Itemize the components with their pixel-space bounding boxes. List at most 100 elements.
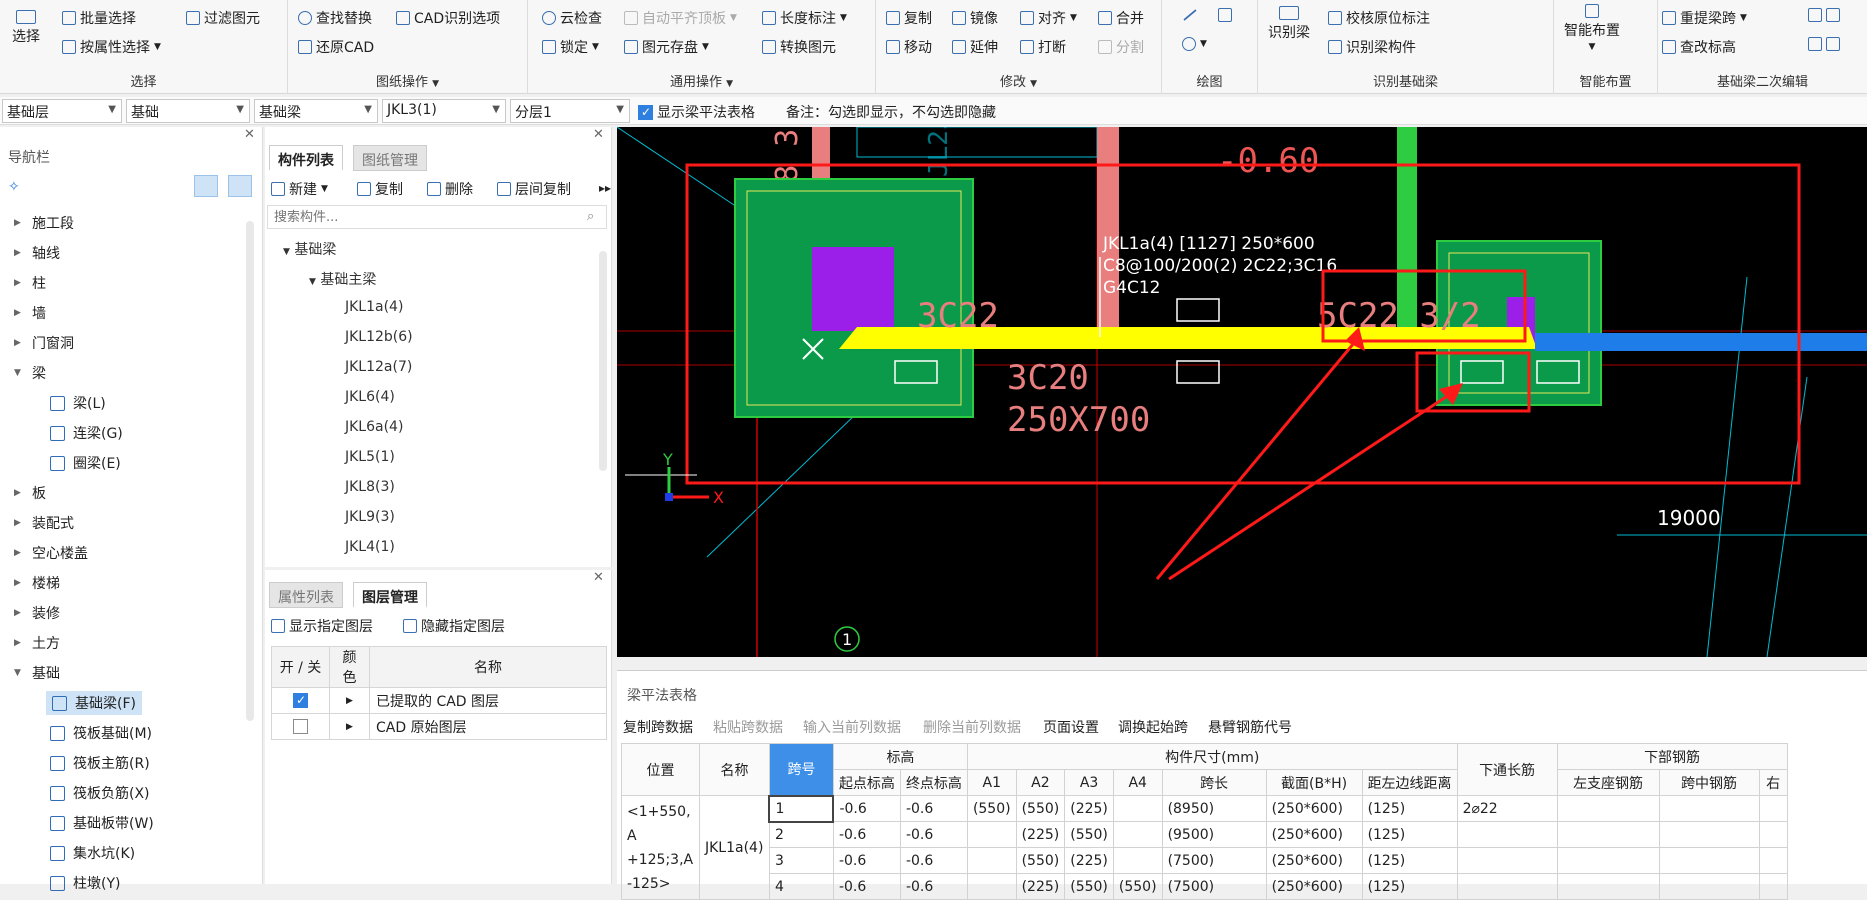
- tab-component-list[interactable]: 构件列表: [269, 145, 343, 171]
- nav-sub-link-beam[interactable]: 连梁(G): [50, 423, 123, 443]
- span-cell[interactable]: 2: [768, 821, 834, 848]
- delete-button[interactable]: 删除: [427, 179, 473, 199]
- extra-tool-1[interactable]: [1808, 8, 1840, 22]
- a2-cell[interactable]: (225): [1015, 873, 1066, 900]
- nav-sub-foundation-beam[interactable]: 基础梁(F): [46, 691, 142, 715]
- cantilever-code-button[interactable]: 悬臂钢筋代号: [1208, 717, 1292, 737]
- nav-scrollbar[interactable]: [246, 221, 254, 721]
- group-title-drawing[interactable]: 图纸操作 ▼: [288, 71, 527, 90]
- tab-drawing-manage[interactable]: 图纸管理: [353, 145, 427, 171]
- section-cell[interactable]: (250*600): [1265, 847, 1363, 874]
- pin-icon[interactable]: ✧: [8, 179, 20, 195]
- start-elev-cell[interactable]: -0.6: [832, 795, 901, 822]
- tab-layer-manage[interactable]: 图层管理: [353, 582, 427, 608]
- left-support-cell[interactable]: [1556, 873, 1660, 900]
- list-item[interactable]: JKL1a(4): [345, 299, 403, 315]
- input-column-button[interactable]: 输入当前列数据: [803, 717, 901, 737]
- hide-layer-button[interactable]: 隐藏指定图层: [403, 616, 505, 636]
- nav-item-opening[interactable]: ▶ 门窗洞: [14, 333, 74, 353]
- table-row[interactable]: 3 -0.6 -0.6 (550) (225) (7500) (250*600)…: [622, 847, 1788, 874]
- tree-group[interactable]: ▼ 基础主梁: [309, 269, 376, 289]
- mid-span-cell[interactable]: [1658, 847, 1760, 874]
- start-elev-cell[interactable]: -0.6: [832, 821, 901, 848]
- smart-layout-button[interactable]: 智能布置 ▼: [1564, 4, 1620, 52]
- swap-span-button[interactable]: 调换起始跨: [1118, 717, 1188, 737]
- type-select[interactable]: 基础梁 ▼: [254, 99, 378, 123]
- list-item[interactable]: JKL12a(7): [345, 359, 412, 375]
- arc-tool[interactable]: ▼: [1182, 37, 1207, 51]
- a1-cell[interactable]: [966, 873, 1017, 900]
- nav-sub-raft-neg-bar[interactable]: 筏板负筋(X): [50, 783, 150, 803]
- auto-align-button[interactable]: 自动平齐顶板 ▼: [624, 8, 737, 28]
- lock-button[interactable]: 锁定 ▼: [542, 37, 599, 57]
- a4-cell[interactable]: [1112, 847, 1163, 874]
- restore-cad-button[interactable]: 还原CAD: [298, 37, 374, 57]
- nav-sub-pier[interactable]: 柱墩(Y): [50, 873, 120, 893]
- a3-cell[interactable]: (225): [1064, 847, 1114, 874]
- table-row[interactable]: 2 -0.6 -0.6 (225) (550) (9500) (250*600)…: [622, 821, 1788, 848]
- list-item[interactable]: JKL9(3): [345, 509, 395, 525]
- reextract-span-button[interactable]: 重提梁跨 ▼: [1662, 8, 1747, 28]
- table-row[interactable]: ▶ 已提取的 CAD 图层: [271, 687, 607, 714]
- list-item[interactable]: JKL6a(4): [345, 419, 403, 435]
- show-layer-button[interactable]: 显示指定图层: [271, 616, 373, 636]
- category-select[interactable]: 基础 ▼: [126, 99, 250, 123]
- rect-tool[interactable]: [1218, 8, 1232, 22]
- section-cell[interactable]: (250*600): [1265, 873, 1363, 900]
- table-row[interactable]: <1+550, A +125;3,A -125> JKL1a(4) 1 -0.6…: [621, 794, 1788, 900]
- line-tool[interactable]: [1182, 8, 1198, 21]
- cloud-check-button[interactable]: 云检查: [542, 8, 602, 28]
- attr-select-button[interactable]: 按属性选择 ▼: [62, 37, 161, 57]
- floor-copy-button[interactable]: 层间复制: [497, 179, 571, 199]
- component-search-input[interactable]: [267, 205, 607, 229]
- dist-cell[interactable]: (125): [1361, 795, 1458, 822]
- floor-select[interactable]: 基础层 ▼: [2, 99, 122, 123]
- nav-item-wall[interactable]: ▶ 墙: [14, 303, 46, 323]
- start-elev-cell[interactable]: -0.6: [832, 873, 901, 900]
- copy-button[interactable]: 复制: [886, 8, 932, 28]
- a4-cell[interactable]: [1112, 795, 1163, 822]
- batch-select-button[interactable]: 批量选择: [62, 8, 136, 28]
- layer-select[interactable]: 分层1 ▼: [510, 99, 630, 123]
- nav-sub-sump[interactable]: 集水坑(K): [50, 843, 135, 863]
- nav-item-foundation[interactable]: ▼ 基础: [14, 663, 60, 683]
- list-item[interactable]: JKL5(1): [345, 449, 395, 465]
- nav-sub-raft[interactable]: 筏板基础(M): [50, 723, 152, 743]
- a1-cell[interactable]: [966, 821, 1017, 848]
- bottom-bar-cell[interactable]: [1456, 847, 1558, 874]
- bottom-bar-cell[interactable]: [1456, 873, 1558, 900]
- left-support-cell[interactable]: [1556, 847, 1660, 874]
- end-elev-cell[interactable]: -0.6: [899, 821, 968, 848]
- a2-cell[interactable]: (550): [1015, 795, 1066, 822]
- left-support-cell[interactable]: [1556, 795, 1660, 822]
- nav-item-slab[interactable]: ▶ 板: [14, 483, 46, 503]
- close-icon[interactable]: ✕: [593, 127, 604, 142]
- length-cell[interactable]: (8950): [1161, 795, 1267, 822]
- show-table-checkbox[interactable]: [638, 104, 653, 120]
- copy-span-button[interactable]: 复制跨数据: [623, 717, 693, 737]
- right-cell[interactable]: [1758, 847, 1788, 874]
- a2-cell[interactable]: (550): [1015, 847, 1066, 874]
- mirror-button[interactable]: 镜像: [952, 8, 998, 28]
- page-setup-button[interactable]: 页面设置: [1043, 717, 1099, 737]
- section-cell[interactable]: (250*600): [1265, 795, 1363, 822]
- filter-button[interactable]: 过滤图元: [186, 8, 260, 28]
- expand-icon[interactable]: ▶: [329, 687, 370, 714]
- mid-span-cell[interactable]: [1658, 795, 1760, 822]
- nav-item-column[interactable]: ▶ 柱: [14, 273, 46, 293]
- dist-cell[interactable]: (125): [1361, 821, 1458, 848]
- find-replace-button[interactable]: 查找替换: [298, 8, 372, 28]
- a2-cell[interactable]: (225): [1015, 821, 1066, 848]
- group-title-modify[interactable]: 修改 ▼: [876, 71, 1161, 90]
- recognize-beam-button[interactable]: 识别梁: [1268, 6, 1310, 42]
- start-elev-cell[interactable]: -0.6: [832, 847, 901, 874]
- left-support-cell[interactable]: [1556, 821, 1660, 848]
- cad-options-button[interactable]: CAD识别选项: [396, 8, 500, 28]
- extend-button[interactable]: 延伸: [952, 37, 998, 57]
- bottom-bar-cell[interactable]: [1456, 821, 1558, 848]
- list-view-icon[interactable]: [194, 175, 218, 197]
- save-element-button[interactable]: 图元存盘 ▼: [624, 37, 709, 57]
- tree-root[interactable]: ▼ 基础梁: [283, 239, 336, 259]
- table-row[interactable]: ▶ CAD 原始图层: [271, 713, 607, 740]
- nav-sub-raft-main-bar[interactable]: 筏板主筋(R): [50, 753, 150, 773]
